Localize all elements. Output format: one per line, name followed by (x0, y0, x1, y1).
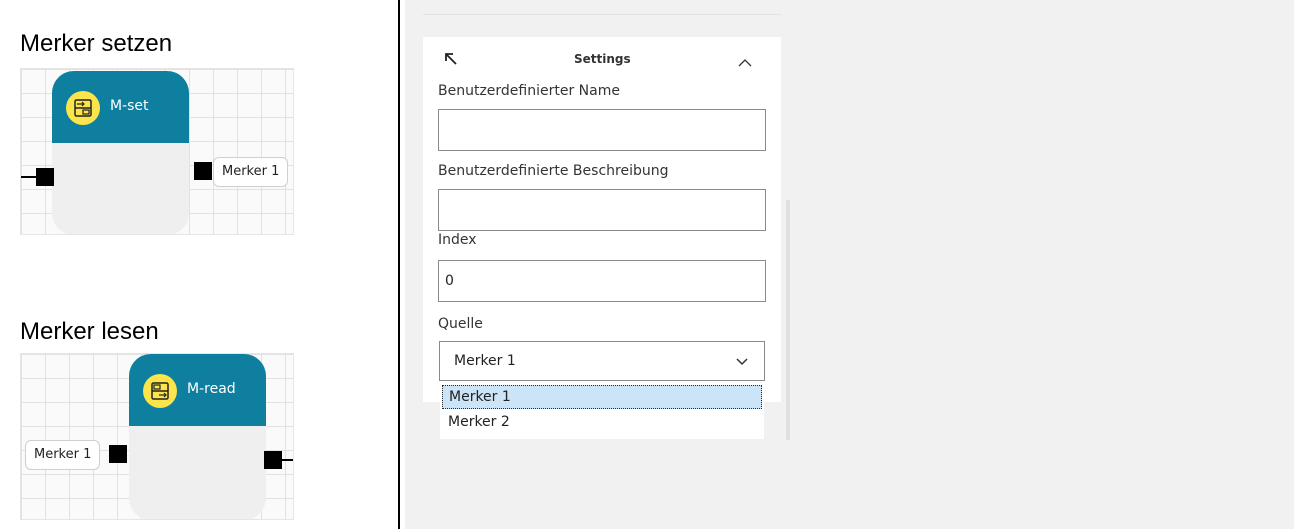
source-select[interactable]: Merker 1 (439, 341, 765, 381)
flag-read-icon (143, 374, 177, 408)
custom-name-input[interactable] (438, 109, 766, 151)
panel-title: Settings (574, 52, 631, 66)
panel-scrollbar[interactable] (786, 200, 790, 440)
input-port[interactable] (36, 168, 54, 186)
flag-set-icon (66, 91, 100, 125)
panel-top-separator (423, 14, 781, 15)
chevron-down-icon (736, 355, 748, 371)
output-wire (281, 459, 293, 461)
index-label: Index (438, 232, 477, 248)
dropdown-option-merker-2[interactable]: Merker 2 (442, 411, 762, 435)
node-m-set[interactable]: M-set (52, 71, 189, 234)
arrow-up-left-icon[interactable] (444, 52, 458, 71)
source-select-value: Merker 1 (454, 353, 516, 369)
chevron-up-icon[interactable] (738, 55, 752, 73)
section-heading-set: Merker setzen (20, 30, 173, 57)
custom-description-input[interactable] (438, 189, 766, 231)
source-label: Quelle (438, 316, 483, 332)
index-input[interactable]: 0 (438, 260, 766, 302)
input-port[interactable] (109, 445, 127, 463)
output-port[interactable] (194, 162, 212, 180)
output-port[interactable] (264, 451, 282, 469)
dropdown-option-merker-1[interactable]: Merker 1 (442, 385, 762, 409)
node-m-read[interactable]: M-read (129, 354, 266, 519)
node-header: M-set (52, 71, 189, 143)
output-port-label: Merker 1 (213, 157, 289, 187)
canvas-set[interactable]: M-set Merker 1 (20, 68, 294, 235)
custom-name-label: Benutzerdefinierter Name (438, 83, 620, 99)
node-title: M-read (187, 381, 236, 397)
input-port-label: Merker 1 (25, 440, 101, 470)
node-header: M-read (129, 354, 266, 426)
node-title: M-set (110, 98, 149, 114)
source-dropdown-list: Merker 1 Merker 2 (440, 383, 764, 439)
vertical-divider (398, 0, 400, 529)
canvas-read[interactable]: M-read Merker 1 (20, 353, 294, 520)
section-heading-read: Merker lesen (20, 318, 159, 345)
custom-description-label: Benutzerdefinierte Beschreibung (438, 163, 669, 179)
